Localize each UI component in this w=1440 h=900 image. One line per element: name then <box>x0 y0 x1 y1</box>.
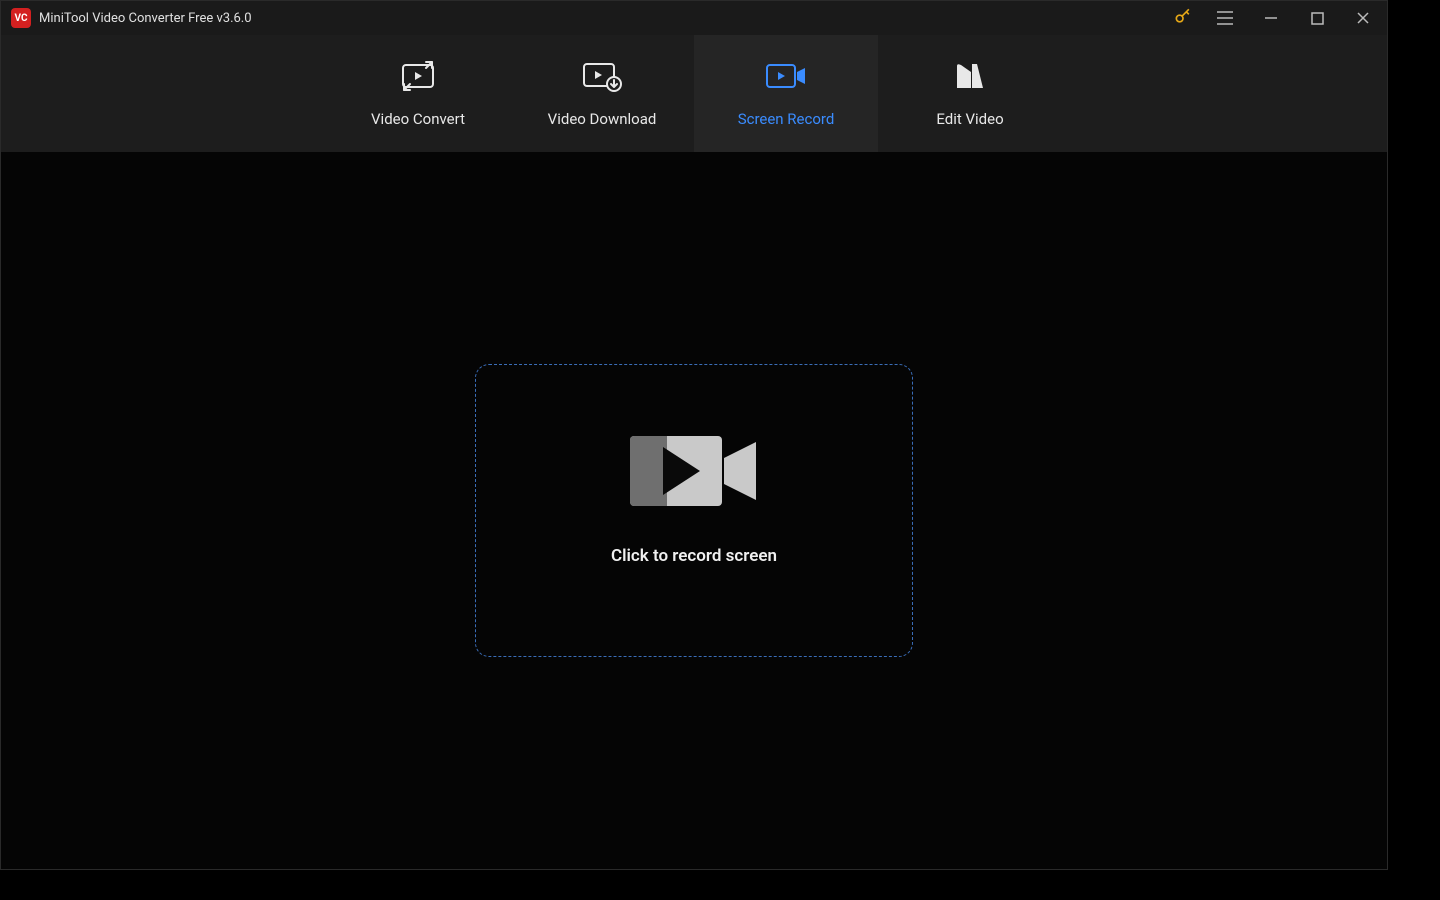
main-toolbar: Video Convert Video Download <box>1 35 1387 152</box>
maximize-icon[interactable] <box>1303 4 1331 32</box>
tab-label-record: Screen Record <box>738 110 835 128</box>
app-icon-text: VC <box>14 13 27 24</box>
download-icon <box>580 60 624 92</box>
tab-video-download[interactable]: Video Download <box>510 35 694 152</box>
app-title: MiniTool Video Converter Free v3.6.0 <box>39 11 252 26</box>
tab-video-convert[interactable]: Video Convert <box>326 35 510 152</box>
content-area: Click to record screen <box>1 152 1387 869</box>
titlebar-left: VC MiniTool Video Converter Free v3.6.0 <box>11 8 252 28</box>
hamburger-menu-icon[interactable] <box>1211 4 1239 32</box>
convert-icon <box>398 60 438 92</box>
tab-label-download: Video Download <box>548 110 657 128</box>
tab-edit-video[interactable]: Edit Video <box>878 35 1062 152</box>
tab-label-edit: Edit Video <box>936 110 1003 128</box>
record-dropzone[interactable]: Click to record screen <box>475 364 913 657</box>
edit-icon <box>953 60 987 92</box>
titlebar-right <box>1173 4 1377 32</box>
key-icon[interactable] <box>1173 6 1193 30</box>
app-icon: VC <box>11 8 31 28</box>
tab-label-convert: Video Convert <box>371 110 465 128</box>
close-icon[interactable] <box>1349 4 1377 32</box>
minimize-icon[interactable] <box>1257 4 1285 32</box>
record-prompt-text: Click to record screen <box>611 546 777 566</box>
titlebar: VC MiniTool Video Converter Free v3.6.0 <box>1 1 1387 35</box>
tab-screen-record[interactable]: Screen Record <box>694 35 878 152</box>
record-icon <box>764 60 808 92</box>
camera-icon <box>630 436 758 518</box>
app-window: VC MiniTool Video Converter Free v3.6.0 <box>0 0 1388 870</box>
